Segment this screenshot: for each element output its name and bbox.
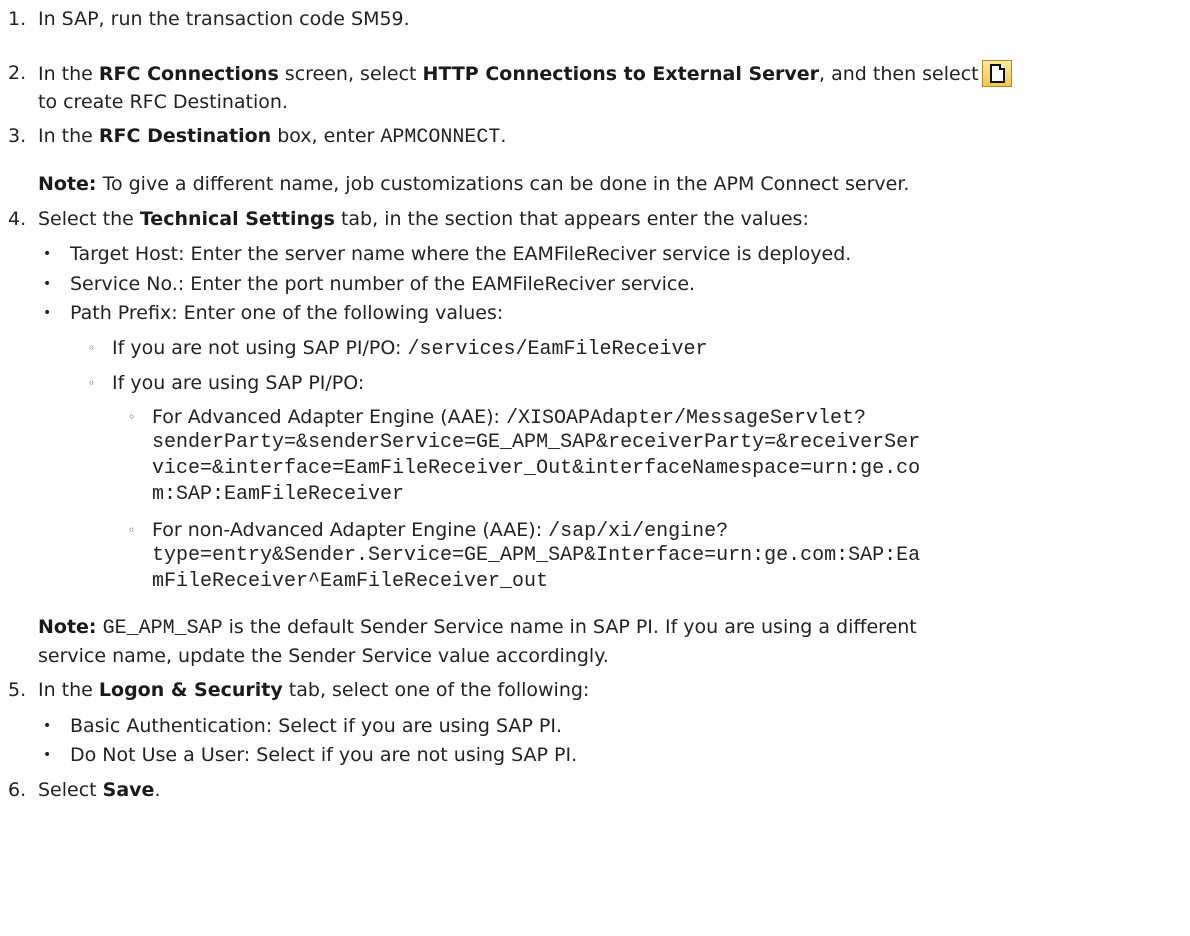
step-number: 2.: [8, 62, 27, 84]
circle-bullet-icon: ◦: [128, 523, 136, 537]
list-item: Basic Authentication: Select if you are …: [70, 715, 563, 737]
circle-bullet-icon: ◦: [88, 341, 96, 355]
step-4: 4. Select the Technical Settings tab, in…: [8, 206, 809, 232]
code-value: GE_APM_SAP: [102, 617, 223, 640]
sub-list-item: If you are using SAP PI/PO:: [112, 372, 365, 394]
circle-bullet-icon: ◦: [88, 376, 96, 390]
ui-term: HTTP Connections to External Server: [422, 63, 820, 85]
code-value: /XISOAPAdapter/MessageServlet?: [506, 407, 867, 430]
ui-term: Save: [102, 779, 155, 801]
code-value: /sap/xi/engine?: [548, 520, 729, 543]
step-text: Select the Technical Settings tab, in th…: [38, 208, 809, 230]
note-text: is the default Sender Service name in SA…: [222, 616, 917, 638]
note-text: To give a different name, job customizat…: [96, 173, 910, 195]
step-number: 5.: [8, 679, 27, 701]
note-continued: service name, update the Sender Service …: [38, 645, 609, 667]
ui-term: RFC Connections: [98, 63, 279, 85]
note: Note: GE_APM_SAP is the default Sender S…: [38, 614, 917, 642]
instruction-document: 1. In SAP, run the transaction code SM59…: [0, 0, 1190, 936]
code-value: /services/EamFileReceiver: [407, 338, 708, 361]
step-3: 3. In the RFC Destination box, enter APM…: [8, 123, 506, 149]
step-number: 3.: [8, 125, 27, 147]
list-item: Do Not Use a User: Select if you are not…: [70, 744, 578, 766]
code-line: mFileReceiver^EamFileReceiver_out: [152, 570, 549, 593]
new-document-icon: [981, 60, 1012, 87]
bullet-icon: •: [43, 246, 52, 262]
note: Note: To give a different name, job cust…: [38, 171, 909, 197]
ui-term: Technical Settings: [139, 208, 335, 230]
bullet-icon: •: [43, 305, 52, 321]
note-label: Note:: [38, 173, 97, 195]
sub-sub-list-item: For non-Advanced Adapter Engine (AAE): /…: [152, 519, 729, 543]
sub-list-item: If you are not using SAP PI/PO: /service…: [112, 337, 708, 361]
step-text: In the RFC Destination box, enter APMCON…: [38, 125, 507, 149]
step-text: Select Save.: [38, 779, 161, 801]
bullet-icon: •: [43, 718, 52, 734]
code-line: senderParty=&senderService=GE_APM_SAP&re…: [152, 431, 921, 454]
code-value: APMCONNECT: [380, 126, 501, 149]
circle-bullet-icon: ◦: [128, 410, 136, 424]
sub-sub-list-item: For Advanced Adapter Engine (AAE): /XISO…: [152, 406, 867, 430]
bullet-icon: •: [43, 747, 52, 763]
step-6: 6. Select Save.: [8, 777, 160, 803]
ui-term: RFC Destination: [98, 125, 272, 147]
step-number: 4.: [8, 208, 27, 230]
code-line: m:SAP:EamFileReceiver: [152, 483, 405, 506]
bullet-icon: •: [43, 276, 52, 292]
step-2-continued: to create RFC Destination.: [38, 91, 288, 113]
code-line: type=entry&Sender.Service=GE_APM_SAP&Int…: [152, 544, 921, 567]
ui-term: Logon & Security: [98, 679, 283, 701]
code-line: vice=&interface=EamFileReceiver_Out&inte…: [152, 457, 921, 480]
step-number: 1.: [8, 8, 27, 30]
note-label: Note:: [38, 616, 97, 638]
step-text: In SAP, run the transaction code SM59.: [38, 8, 410, 30]
step-2: 2. In the RFC Connections screen, select…: [8, 60, 1012, 87]
list-item: Service No.: Enter the port number of th…: [70, 273, 696, 295]
step-5: 5. In the Logon & Security tab, select o…: [8, 677, 589, 703]
step-text: In the RFC Connections screen, select HT…: [38, 60, 1012, 87]
step-text: In the Logon & Security tab, select one …: [38, 679, 590, 701]
list-item: Target Host: Enter the server name where…: [70, 243, 852, 265]
list-item: Path Prefix: Enter one of the following …: [70, 302, 504, 324]
step-number: 6.: [8, 779, 27, 801]
step-1: 1. In SAP, run the transaction code SM59…: [8, 6, 410, 32]
